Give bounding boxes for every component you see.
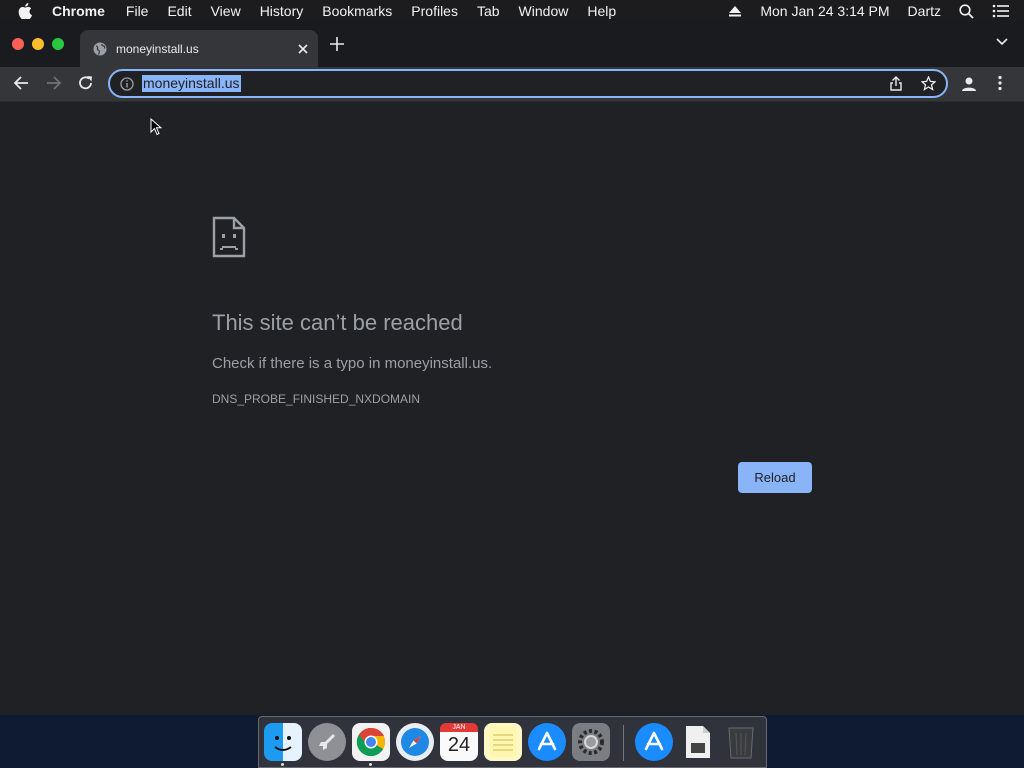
- calendar-day: 24: [447, 734, 471, 756]
- tab-close-icon[interactable]: [298, 41, 308, 57]
- chrome-running-indicator: [369, 763, 372, 766]
- dock: JAN 24: [258, 716, 767, 768]
- new-tab-button[interactable]: [330, 36, 344, 54]
- zoom-window-button[interactable]: [52, 38, 64, 50]
- system-preferences-icon[interactable]: [572, 723, 610, 761]
- sad-document-icon: [212, 216, 246, 263]
- menu-help[interactable]: Help: [587, 0, 616, 22]
- tab-title: moneyinstall.us: [116, 41, 199, 56]
- chevron-down-icon[interactable]: [996, 38, 1008, 46]
- profile-icon[interactable]: [960, 75, 978, 93]
- forward-arrow-icon[interactable]: [46, 75, 62, 91]
- tab-moneyinstall[interactable]: moneyinstall.us: [80, 30, 318, 67]
- chrome-icon[interactable]: [352, 723, 390, 761]
- finder-running-indicator: [281, 763, 284, 766]
- reload-button[interactable]: Reload: [738, 462, 812, 493]
- menu-file[interactable]: File: [126, 0, 149, 22]
- app-store-icon[interactable]: [528, 723, 566, 761]
- close-window-button[interactable]: [12, 38, 24, 50]
- menu-bookmarks[interactable]: Bookmarks: [322, 0, 392, 22]
- share-icon[interactable]: [889, 76, 903, 96]
- menu-bar: Chrome File Edit View History Bookmarks …: [0, 0, 1024, 22]
- site-info-icon[interactable]: [120, 76, 134, 91]
- error-page: This site can’t be reached Check if ther…: [0, 102, 1024, 715]
- error-message: Check if there is a typo in moneyinstall…: [212, 355, 493, 372]
- reload-icon[interactable]: [78, 75, 94, 91]
- trash-icon[interactable]: [722, 723, 760, 761]
- menubar-status-area: Mon Jan 24 3:14 PM Dartz: [728, 0, 1024, 22]
- menu-app-chrome[interactable]: Chrome: [52, 0, 105, 22]
- bookmark-star-icon[interactable]: [920, 75, 937, 96]
- dock-separator: [623, 725, 624, 761]
- file-icon[interactable]: [679, 723, 717, 761]
- launchpad-icon[interactable]: [308, 723, 346, 761]
- finder-icon[interactable]: [264, 723, 302, 761]
- menu-history[interactable]: History: [260, 0, 304, 22]
- mouse-cursor-icon: [150, 117, 163, 141]
- browser-window: moneyinstall.us moneyinstall.us This sit…: [0, 22, 1024, 715]
- more-menu-icon[interactable]: [998, 75, 1002, 91]
- apple-icon[interactable]: [18, 3, 36, 19]
- address-bar-url[interactable]: moneyinstall.us: [142, 75, 241, 92]
- browser-toolbar: moneyinstall.us: [0, 67, 1024, 101]
- tab-strip: moneyinstall.us: [0, 22, 1024, 67]
- app-store-download-icon[interactable]: [635, 723, 673, 761]
- calendar-month: JAN: [440, 723, 478, 732]
- minimize-window-button[interactable]: [32, 38, 44, 50]
- address-bar[interactable]: moneyinstall.us: [108, 69, 948, 98]
- eject-icon[interactable]: [728, 5, 742, 17]
- notification-center-icon[interactable]: [992, 4, 1010, 18]
- error-title: This site can’t be reached: [212, 310, 463, 335]
- menu-view[interactable]: View: [211, 0, 241, 22]
- menubar-clock[interactable]: Mon Jan 24 3:14 PM: [760, 3, 889, 19]
- menu-window[interactable]: Window: [519, 0, 569, 22]
- calendar-icon[interactable]: JAN 24: [440, 723, 478, 761]
- back-arrow-icon[interactable]: [13, 75, 29, 91]
- notes-icon[interactable]: [484, 723, 522, 761]
- globe-icon: [92, 41, 108, 57]
- safari-icon[interactable]: [396, 723, 434, 761]
- menu-edit[interactable]: Edit: [167, 0, 191, 22]
- spotlight-search-icon[interactable]: [959, 3, 974, 19]
- menubar-user[interactable]: Dartz: [908, 3, 941, 19]
- menu-profiles[interactable]: Profiles: [411, 0, 458, 22]
- error-code[interactable]: DNS_PROBE_FINISHED_NXDOMAIN: [212, 392, 420, 406]
- menu-tab[interactable]: Tab: [477, 0, 500, 22]
